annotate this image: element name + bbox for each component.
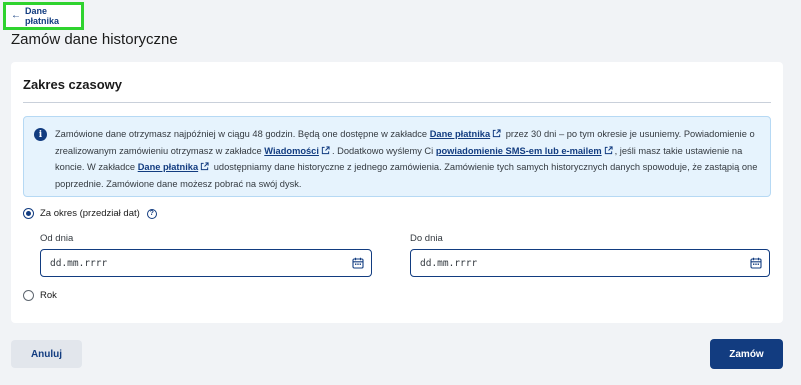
external-link-icon [321, 145, 330, 154]
link-wiadomosci[interactable]: Wiadomości [264, 146, 319, 156]
arrow-left-icon: ← [11, 10, 21, 21]
radio-button-year[interactable] [23, 290, 34, 301]
time-range-card: Zakres czasowy i Zamówione dane otrzymas… [11, 62, 783, 323]
info-text: Zamówione dane otrzymasz najpóźniej w ci… [55, 129, 758, 189]
divider [23, 102, 771, 103]
radio-label-period: Za okres (przedział dat) [40, 208, 140, 219]
card-title: Zakres czasowy [23, 77, 123, 92]
page-title: Zamów dane historyczne [11, 31, 178, 48]
from-date-label: Od dnia [40, 233, 74, 244]
to-date-input[interactable]: dd.mm.rrrr [410, 249, 770, 277]
order-button[interactable]: Zamów [710, 339, 783, 369]
calendar-icon[interactable] [352, 257, 364, 269]
calendar-icon[interactable] [750, 257, 762, 269]
info-box: i Zamówione dane otrzymasz najpóźniej w … [23, 116, 771, 197]
radio-option-year[interactable]: Rok [23, 290, 57, 301]
link-dane-platnika[interactable]: Dane płatnika [430, 129, 490, 139]
back-link-label: Dane płatnika [25, 6, 60, 26]
radio-button-period[interactable] [23, 208, 34, 219]
back-link-dane-platnika[interactable]: ← Dane płatnika [3, 2, 84, 30]
link-sms-email-notification[interactable]: powiadomienie SMS-em lub e-mailem [436, 146, 602, 156]
link-dane-platnika-2[interactable]: Dane płatnika [138, 162, 198, 172]
info-icon: i [34, 128, 47, 141]
external-link-icon [492, 129, 501, 138]
to-date-placeholder: dd.mm.rrrr [420, 257, 478, 269]
from-date-placeholder: dd.mm.rrrr [50, 257, 108, 269]
to-date-label: Do dnia [410, 233, 443, 244]
cancel-button[interactable]: Anuluj [11, 340, 82, 368]
radio-label-year: Rok [40, 290, 57, 301]
help-icon[interactable]: ? [146, 208, 157, 219]
from-date-input[interactable]: dd.mm.rrrr [40, 249, 372, 277]
external-link-icon [200, 162, 209, 171]
external-link-icon [604, 145, 613, 154]
radio-option-period[interactable]: Za okres (przedział dat) ? [23, 208, 157, 219]
